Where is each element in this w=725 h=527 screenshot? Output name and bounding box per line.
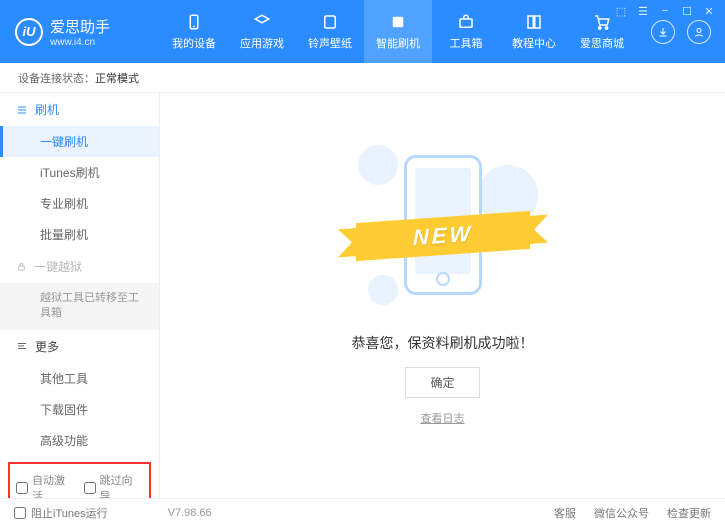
status-label: 设备连接状态： [18, 70, 95, 86]
lock-icon [16, 261, 27, 272]
sidebar: 刷机 一键刷机 iTunes刷机 专业刷机 批量刷机 一键越狱 越狱工具已转移至… [0, 93, 160, 498]
success-illustration: NEW [348, 135, 538, 315]
sidebar-item-other[interactable]: 其他工具 [0, 363, 159, 394]
logo[interactable]: iU 爱思助手 www.i4.cn [0, 16, 160, 48]
toolbox-icon [457, 13, 475, 31]
main-content: NEW 恭喜您，保资料刷机成功啦！ 确定 查看日志 [160, 93, 725, 498]
view-log-link[interactable]: 查看日志 [421, 410, 465, 426]
cart-icon [593, 13, 611, 31]
sidebar-item-oneclick[interactable]: 一键刷机 [0, 126, 159, 157]
block-itunes-checkbox[interactable]: 阻止iTunes运行 [14, 505, 108, 521]
logo-icon: iU [15, 18, 43, 46]
nav-flash[interactable]: 智能刷机 [364, 0, 432, 63]
nav-my-device[interactable]: 我的设备 [160, 0, 228, 63]
wc-1[interactable]: ⬚ [613, 5, 629, 18]
user-button[interactable] [687, 20, 711, 44]
status-bar: 设备连接状态： 正常模式 [0, 63, 725, 93]
footer-wechat[interactable]: 微信公众号 [594, 505, 649, 521]
sidebar-item-batch[interactable]: 批量刷机 [0, 219, 159, 250]
nav-tutorials[interactable]: 教程中心 [500, 0, 568, 63]
top-nav: 我的设备 应用游戏 铃声壁纸 智能刷机 工具箱 教程中心 爱思商城 [160, 0, 636, 63]
version-label: V7.98.66 [168, 507, 212, 519]
footer-update[interactable]: 检查更新 [667, 505, 711, 521]
header: ⬚ ☰ − ☐ ✕ iU 爱思助手 www.i4.cn 我的设备 应用游戏 铃声… [0, 0, 725, 63]
wc-2[interactable]: ☰ [635, 5, 651, 18]
list-icon [16, 104, 28, 116]
new-ribbon: NEW [356, 211, 530, 261]
window-controls: ⬚ ☰ − ☐ ✕ [613, 5, 717, 18]
ok-button[interactable]: 确定 [405, 367, 479, 398]
book-icon [525, 13, 543, 31]
apps-icon [253, 13, 271, 31]
options-box: 自动激活 跳过向导 [8, 462, 151, 498]
more-icon [16, 340, 28, 352]
sidebar-item-advanced[interactable]: 高级功能 [0, 425, 159, 456]
sidebar-cat-jailbreak: 一键越狱 [0, 250, 159, 283]
wc-max[interactable]: ☐ [679, 5, 695, 18]
skip-wizard-checkbox[interactable]: 跳过向导 [84, 472, 144, 498]
sidebar-item-itunes[interactable]: iTunes刷机 [0, 157, 159, 188]
logo-sub: www.i4.cn [50, 37, 110, 48]
logo-title: 爱思助手 [50, 16, 110, 37]
footer-support[interactable]: 客服 [554, 505, 576, 521]
ringtone-icon [321, 13, 339, 31]
flash-icon [389, 13, 407, 31]
sidebar-cat-flash[interactable]: 刷机 [0, 93, 159, 126]
status-value: 正常模式 [95, 70, 139, 86]
sidebar-item-firmware[interactable]: 下载固件 [0, 394, 159, 425]
sidebar-jb-note: 越狱工具已转移至工具箱 [0, 283, 159, 330]
download-button[interactable] [651, 20, 675, 44]
success-message: 恭喜您，保资料刷机成功啦！ [352, 333, 534, 353]
nav-ringtone[interactable]: 铃声壁纸 [296, 0, 364, 63]
sidebar-cat-more[interactable]: 更多 [0, 330, 159, 363]
sidebar-item-pro[interactable]: 专业刷机 [0, 188, 159, 219]
header-right [651, 20, 725, 44]
nav-toolbox[interactable]: 工具箱 [432, 0, 500, 63]
footer: 阻止iTunes运行 V7.98.66 客服 微信公众号 检查更新 [0, 498, 725, 527]
wc-min[interactable]: − [657, 5, 673, 18]
auto-activate-checkbox[interactable]: 自动激活 [16, 472, 76, 498]
nav-apps[interactable]: 应用游戏 [228, 0, 296, 63]
phone-icon [185, 13, 203, 31]
download-icon [657, 26, 669, 38]
wc-close[interactable]: ✕ [701, 5, 717, 18]
user-icon [693, 26, 705, 38]
